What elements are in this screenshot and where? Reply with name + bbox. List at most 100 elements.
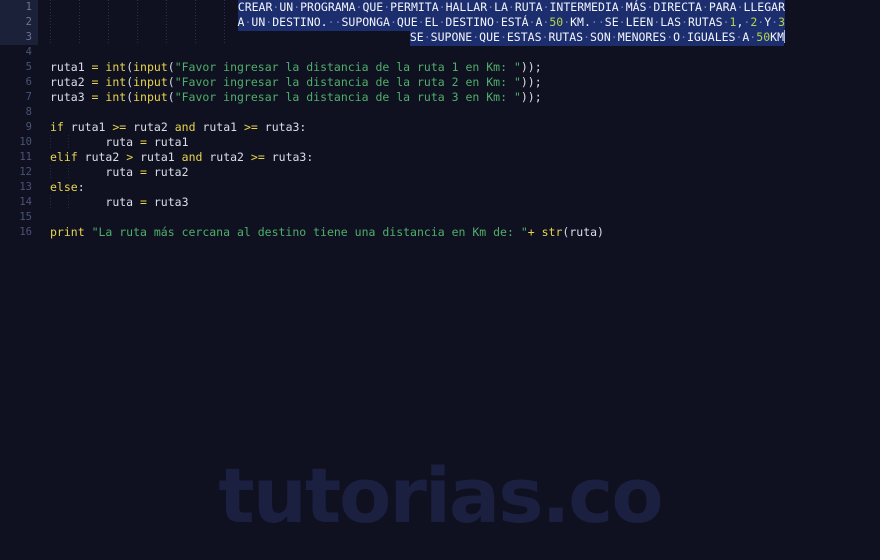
variable-token: ruta — [105, 135, 134, 149]
variable-token: ruta — [569, 225, 598, 239]
code-lines[interactable]: 1 CREAR·UN·PROGRAMA·QUE·PERMITA·HALLAR·L… — [0, 0, 880, 560]
code-line[interactable]: 10 ruta = ruta1 — [0, 135, 880, 150]
variable-token: ruta1 — [202, 120, 238, 134]
variable-token: ruta — [105, 165, 134, 179]
if-statement[interactable]: if ruta1 >= ruta2 and ruta1 >= ruta3: — [50, 120, 306, 135]
code-line[interactable]: 3 SE·SUPONE·QUE·ESTAS·RUTAS·SON·MENORES·… — [0, 29, 880, 46]
code-statement-ruta1[interactable]: ruta1 = int(input("Favor ingresar la dis… — [50, 60, 542, 75]
input-token: input — [133, 75, 168, 89]
terminator-token: )); — [520, 90, 542, 104]
line-number: 4 — [25, 46, 32, 58]
print-statement[interactable]: print "La ruta más cercana al destino ti… — [50, 225, 604, 240]
code-line[interactable]: 4 — [0, 45, 880, 60]
assign-token: = — [133, 165, 154, 179]
keyword-if: if — [50, 120, 64, 134]
keyword-elif: elif — [50, 150, 78, 164]
operator-plus: + — [527, 225, 535, 239]
str-token: str — [541, 225, 563, 239]
code-line[interactable]: 8 — [0, 105, 880, 120]
code-statement-ruta3[interactable]: ruta3 = int(input("Favor ingresar la dis… — [50, 90, 542, 105]
line-number: 12 — [19, 166, 32, 178]
colon-token: : — [306, 150, 314, 164]
code-statement-ruta2[interactable]: ruta2 = int(input("Favor ingresar la dis… — [50, 75, 542, 90]
paren-token: ( — [167, 90, 175, 104]
code-editor[interactable]: tutorias.co 1 CREAR·UN·PROGRAMA·QUE·PERM… — [0, 0, 880, 560]
string-token: "La ruta más cercana al destino tiene un… — [91, 225, 528, 239]
paren-token: ) — [597, 225, 604, 239]
input-token: input — [133, 60, 168, 74]
assign-ruta-3[interactable]: ruta = ruta3 — [50, 195, 189, 210]
line-number: 2 — [0, 15, 38, 30]
selected-text: SE·SUPONE·QUE·ESTAS·RUTAS·SON·MENORES·O·… — [409, 29, 784, 46]
comment-line-2[interactable]: A·UN·DESTINO.··SUPONGA·QUE·EL·DESTINO·ES… — [237, 14, 785, 31]
line-number: 16 — [19, 226, 32, 238]
variable-token: ruta2 — [50, 75, 85, 89]
terminator-token: )); — [520, 75, 542, 89]
variable-token: ruta1 — [140, 150, 175, 164]
string-token: "Favor ingresar la distancia de la ruta … — [174, 60, 521, 74]
variable-token: ruta2 — [133, 120, 168, 134]
assign-token: = — [84, 90, 106, 104]
code-line[interactable]: 11 elif ruta2 > ruta1 and ruta2 >= ruta3… — [0, 150, 880, 165]
code-line[interactable]: 2 A·UN·DESTINO.··SUPONGA·QUE·EL·DESTINO·… — [0, 14, 880, 31]
variable-token: ruta2 — [209, 150, 244, 164]
assign-ruta-2[interactable]: ruta = ruta2 — [50, 165, 189, 180]
line-number: 11 — [19, 151, 32, 163]
colon-token: : — [299, 120, 307, 134]
code-line[interactable]: 16 print "La ruta más cercana al destino… — [0, 225, 880, 240]
operator-gt: > — [126, 150, 134, 164]
variable-token: ruta1 — [153, 135, 189, 149]
operator-ge: >= — [244, 120, 258, 134]
elif-statement[interactable]: elif ruta2 > ruta1 and ruta2 >= ruta3: — [50, 150, 313, 165]
code-line[interactable]: 5 ruta1 = int(input("Favor ingresar la d… — [0, 60, 880, 75]
line-number: 3 — [0, 30, 38, 45]
variable-token: ruta2 — [84, 150, 120, 164]
assign-token: = — [84, 75, 106, 89]
code-line[interactable]: 12 ruta = ruta2 — [0, 165, 880, 180]
variable-token: ruta3 — [153, 195, 189, 209]
terminator-token: )); — [520, 60, 542, 74]
string-token: "Favor ingresar la distancia de la ruta … — [174, 75, 521, 89]
else-statement[interactable]: else: — [50, 180, 85, 195]
code-line[interactable]: 6 ruta2 = int(input("Favor ingresar la d… — [0, 75, 880, 90]
code-line[interactable]: 7 ruta3 = int(input("Favor ingresar la d… — [0, 90, 880, 105]
operator-ge: >= — [250, 150, 265, 164]
variable-token: ruta1 — [50, 60, 85, 74]
line-number: 13 — [19, 181, 32, 193]
code-line[interactable]: 1 CREAR·UN·PROGRAMA·QUE·PERMITA·HALLAR·L… — [0, 0, 880, 16]
variable-token: ruta3 — [264, 120, 300, 134]
text-cursor — [784, 30, 785, 43]
line-number: 5 — [25, 61, 32, 73]
comment-line-3[interactable]: SE·SUPONE·QUE·ESTAS·RUTAS·SON·MENORES·O·… — [409, 29, 785, 46]
int-token: int — [105, 75, 127, 89]
code-line[interactable]: 15 — [0, 210, 880, 225]
line-number: 15 — [19, 211, 32, 223]
assign-token: = — [84, 60, 106, 74]
variable-token: ruta3 — [271, 150, 307, 164]
colon-token: : — [77, 180, 85, 194]
code-line[interactable]: 9 if ruta1 >= ruta2 and ruta1 >= ruta3: — [0, 120, 880, 135]
line-number: 6 — [25, 76, 32, 88]
line-number: 8 — [25, 106, 32, 118]
operator-ge: >= — [112, 120, 127, 134]
string-token: "Favor ingresar la distancia de la ruta … — [174, 90, 521, 104]
input-token: input — [133, 90, 168, 104]
assign-ruta-1[interactable]: ruta = ruta1 — [50, 135, 189, 150]
int-token: int — [105, 60, 127, 74]
keyword-print: print — [50, 225, 85, 239]
variable-token: ruta1 — [70, 120, 106, 134]
int-token: int — [105, 90, 127, 104]
line-number: 14 — [19, 196, 32, 208]
keyword-and: and — [174, 120, 196, 134]
code-line[interactable]: 13 else: — [0, 180, 880, 195]
code-line[interactable]: 14 ruta = ruta3 — [0, 195, 880, 210]
keyword-else: else — [50, 180, 78, 194]
comment-line-1[interactable]: CREAR·UN·PROGRAMA·QUE·PERMITA·HALLAR·LA·… — [237, 0, 785, 16]
assign-token: = — [133, 135, 154, 149]
paren-token: ( — [167, 75, 175, 89]
variable-token: ruta2 — [153, 165, 189, 179]
line-number: 1 — [0, 0, 38, 15]
